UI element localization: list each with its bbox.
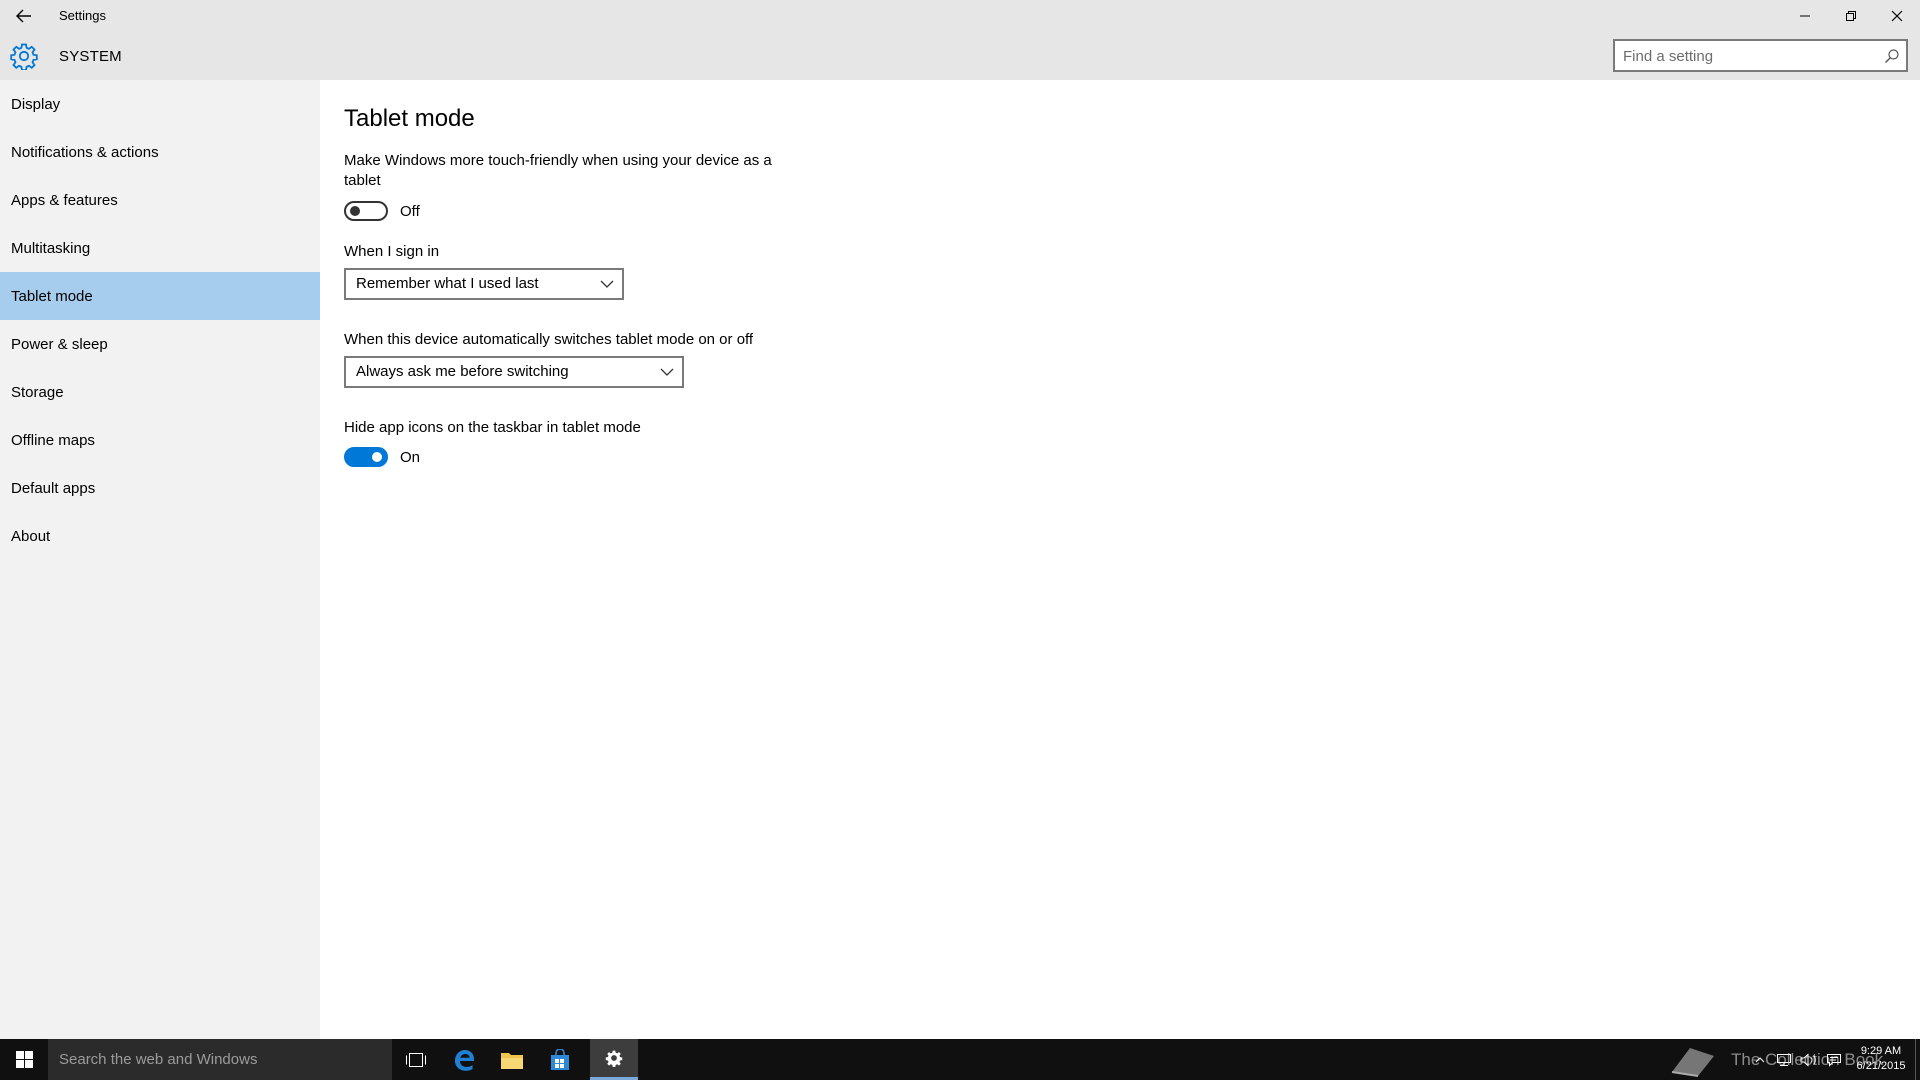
book-logo-icon bbox=[1671, 1048, 1714, 1077]
sidebar-item-label: Offline maps bbox=[11, 431, 95, 449]
main-content: Tablet mode Make Windows more touch-frie… bbox=[320, 80, 1920, 1039]
page-title: Tablet mode bbox=[344, 105, 475, 132]
sidebar-item-label: About bbox=[11, 527, 51, 545]
touch-friendly-state: Off bbox=[400, 203, 420, 220]
taskbar-file-explorer-button[interactable] bbox=[488, 1039, 536, 1080]
sign-in-selected: Remember what I used last bbox=[356, 275, 539, 292]
gear-icon bbox=[605, 1050, 623, 1067]
minimize-button[interactable] bbox=[1782, 0, 1828, 31]
edge-icon bbox=[455, 1049, 474, 1071]
task-view-icon bbox=[406, 1052, 426, 1067]
minimize-icon bbox=[1800, 15, 1810, 16]
sidebar-item-label: Default apps bbox=[11, 479, 96, 497]
window-title: Settings bbox=[59, 8, 106, 23]
sidebar-item-storage[interactable]: Storage bbox=[0, 368, 320, 416]
chevron-down-icon bbox=[660, 368, 674, 376]
search-input[interactable] bbox=[1623, 47, 1873, 65]
action-center-button[interactable] bbox=[1822, 1039, 1846, 1080]
sidebar-item-label: Multitasking bbox=[11, 239, 91, 257]
notification-icon bbox=[1827, 1053, 1841, 1067]
sign-in-label: When I sign in bbox=[344, 243, 440, 260]
network-icon bbox=[1777, 1053, 1791, 1066]
restore-icon bbox=[1846, 10, 1856, 21]
close-button[interactable] bbox=[1874, 0, 1920, 31]
sign-in-dropdown[interactable]: Remember what I used last bbox=[344, 268, 624, 300]
arrow-left-icon bbox=[16, 9, 31, 23]
taskbar-settings-button[interactable] bbox=[590, 1039, 638, 1080]
sidebar-item-tablet-mode[interactable]: Tablet mode bbox=[0, 272, 320, 320]
search-box[interactable] bbox=[1613, 39, 1908, 72]
hide-icons-description: Hide app icons on the taskbar in tablet … bbox=[344, 419, 641, 436]
taskbar-clock[interactable]: 9:29 AM 6/21/2015 bbox=[1848, 1044, 1914, 1074]
auto-switch-dropdown[interactable]: Always ask me before switching bbox=[344, 356, 684, 388]
sidebar-item-notifications[interactable]: Notifications & actions bbox=[0, 128, 320, 176]
gear-icon bbox=[10, 43, 38, 70]
taskbar-store-button[interactable] bbox=[536, 1039, 584, 1080]
title-bar: Settings bbox=[0, 0, 1920, 31]
clock-time: 9:29 AM bbox=[1860, 1045, 1902, 1057]
settings-header: SYSTEM bbox=[0, 31, 1920, 80]
show-desktop-button[interactable] bbox=[1915, 1039, 1920, 1080]
folder-icon bbox=[501, 1052, 523, 1069]
sidebar-item-power-sleep[interactable]: Power & sleep bbox=[0, 320, 320, 368]
toggle-knob bbox=[372, 452, 382, 462]
chevron-down-icon bbox=[600, 280, 614, 288]
sidebar-item-default-apps[interactable]: Default apps bbox=[0, 464, 320, 512]
taskbar: Search the web and Windows The Collectio… bbox=[0, 1039, 1920, 1080]
hide-icons-state: On bbox=[400, 449, 421, 466]
windows-logo-icon bbox=[15, 1051, 33, 1068]
chevron-up-icon bbox=[1755, 1056, 1765, 1062]
sidebar-item-about[interactable]: About bbox=[0, 512, 320, 560]
sidebar-item-display[interactable]: Display bbox=[0, 80, 320, 128]
taskbar-edge-button[interactable] bbox=[440, 1039, 488, 1080]
network-button[interactable] bbox=[1772, 1039, 1796, 1080]
auto-switch-selected: Always ask me before switching bbox=[356, 363, 569, 380]
sidebar-item-label: Apps & features bbox=[11, 191, 118, 209]
sidebar-item-label: Display bbox=[11, 95, 61, 113]
taskbar-search-box[interactable]: Search the web and Windows bbox=[48, 1039, 392, 1080]
hide-icons-toggle[interactable] bbox=[344, 447, 388, 467]
sidebar-item-label: Notifications & actions bbox=[11, 143, 159, 161]
sidebar-item-label: Power & sleep bbox=[11, 335, 108, 353]
sidebar-item-label: Storage bbox=[11, 383, 64, 401]
volume-button[interactable] bbox=[1797, 1039, 1821, 1080]
sidebar-item-label: Tablet mode bbox=[11, 287, 93, 305]
back-button[interactable] bbox=[8, 4, 40, 28]
task-view-button[interactable] bbox=[392, 1039, 440, 1080]
section-title: SYSTEM bbox=[59, 48, 122, 65]
auto-switch-label: When this device automatically switches … bbox=[344, 331, 754, 348]
show-hidden-icons-button[interactable] bbox=[1750, 1039, 1770, 1080]
clock-date: 6/21/2015 bbox=[1856, 1060, 1906, 1072]
toggle-knob bbox=[350, 206, 360, 216]
restore-button[interactable] bbox=[1828, 0, 1874, 31]
touch-friendly-description: Make Windows more touch-friendly when us… bbox=[344, 152, 772, 189]
taskbar-search-text: Search the web and Windows bbox=[59, 1051, 258, 1068]
sidebar-nav: Display Notifications & actions Apps & f… bbox=[0, 80, 320, 1039]
sidebar-item-multitasking[interactable]: Multitasking bbox=[0, 224, 320, 272]
speaker-icon bbox=[1800, 1052, 1816, 1067]
search-icon[interactable] bbox=[1884, 48, 1900, 64]
start-button[interactable] bbox=[0, 1039, 48, 1080]
touch-friendly-toggle[interactable] bbox=[344, 201, 388, 221]
sidebar-item-offline-maps[interactable]: Offline maps bbox=[0, 416, 320, 464]
store-icon bbox=[551, 1048, 569, 1070]
close-icon bbox=[1891, 10, 1903, 21]
sidebar-item-apps-features[interactable]: Apps & features bbox=[0, 176, 320, 224]
